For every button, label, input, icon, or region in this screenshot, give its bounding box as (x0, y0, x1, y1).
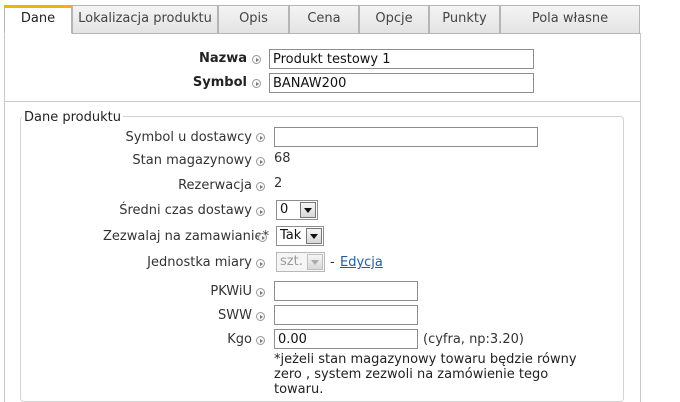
kgo-help-icon[interactable] (256, 336, 265, 345)
tab-underline (4, 33, 641, 34)
delivery-time-label: Średni czas dostawy (119, 203, 252, 218)
tab-opis[interactable]: Opis (218, 5, 289, 34)
allow-order-help-icon[interactable] (258, 233, 267, 242)
unit-edit-link[interactable]: Edycja (340, 255, 383, 270)
sww-help-icon[interactable] (256, 312, 265, 321)
section-divider (4, 101, 641, 102)
unit-label: Jednostka miary (147, 255, 252, 270)
unit-select: szt. (276, 252, 325, 272)
chevron-down-icon[interactable] (300, 202, 316, 218)
reservation-value: 2 (274, 176, 283, 191)
supplier-symbol-input[interactable] (274, 127, 538, 147)
chevron-down-icon (307, 254, 323, 270)
allow-order-selected: Tak (280, 228, 302, 243)
allow-order-select[interactable]: Tak (276, 226, 324, 246)
allow-order-footnote: *jeżeli stan magazynowy towaru będzie ró… (274, 352, 577, 397)
symbol-help-icon[interactable] (252, 79, 261, 88)
delivery-time-select[interactable]: 0 (276, 200, 318, 220)
tab-bar: Dane Lokalizacja produktu Opis Cena Opcj… (4, 5, 644, 34)
tab-pola-wlasne[interactable]: Pola własne (500, 5, 640, 34)
stock-label: Stan magazynowy (132, 153, 252, 168)
name-input[interactable] (269, 49, 534, 69)
unit-selected: szt. (280, 254, 303, 269)
panel-border (640, 33, 641, 402)
symbol-label: Symbol (192, 75, 247, 90)
name-help-icon[interactable] (252, 55, 261, 64)
name-label: Nazwa (198, 51, 247, 66)
supplier-symbol-help-icon[interactable] (256, 133, 265, 142)
supplier-symbol-label: Symbol u dostawcy (125, 130, 252, 145)
pkwiu-help-icon[interactable] (256, 288, 265, 297)
tab-punkty[interactable]: Punkty (429, 5, 500, 34)
pkwiu-label: PKWiU (210, 284, 252, 299)
reservation-help-icon[interactable] (256, 182, 265, 191)
tab-opcje[interactable]: Opcje (359, 5, 429, 34)
reservation-label: Rezerwacja (178, 178, 252, 193)
product-data-legend: Dane produktu (22, 110, 123, 125)
tab-lokalizacja-produktu[interactable]: Lokalizacja produktu (72, 5, 218, 34)
chevron-down-icon[interactable] (306, 228, 322, 244)
sww-label: SWW (218, 308, 252, 323)
tab-cena[interactable]: Cena (289, 5, 359, 34)
unit-separator: - (330, 255, 335, 270)
delivery-time-help-icon[interactable] (256, 207, 265, 216)
sww-input[interactable] (274, 305, 418, 325)
kgo-label: Kgo (227, 332, 252, 347)
allow-order-label: Zezwalaj na zamawianie* (103, 229, 269, 244)
kgo-input[interactable] (274, 329, 418, 349)
stock-help-icon[interactable] (256, 157, 265, 166)
stock-value: 68 (274, 151, 291, 166)
panel-border (4, 33, 5, 402)
delivery-time-selected: 0 (280, 202, 289, 217)
tab-dane[interactable]: Dane (4, 5, 72, 34)
kgo-hint: (cyfra, np:3.20) (423, 332, 524, 347)
symbol-input[interactable] (269, 73, 534, 93)
pkwiu-input[interactable] (274, 281, 418, 301)
unit-help-icon[interactable] (256, 259, 265, 268)
